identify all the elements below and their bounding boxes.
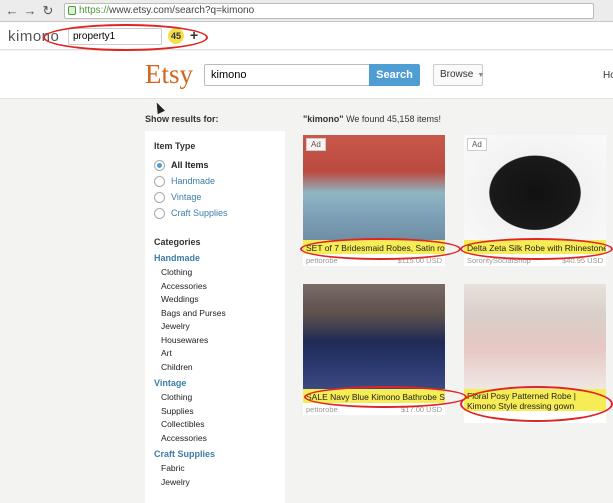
results-count: We found 45,158 items! <box>346 114 441 124</box>
category-item[interactable]: Accessories <box>154 433 276 447</box>
listing-image[interactable]: Ad <box>303 135 445 240</box>
category-item[interactable]: Jewelry <box>154 321 276 335</box>
item-type-label: Vintage <box>171 192 202 202</box>
item-type-option[interactable]: Handmade <box>154 173 276 189</box>
listing-title[interactable]: Floral Posy Patterned Robe | Kimono Styl… <box>464 389 606 411</box>
listing-card[interactable]: SALE Navy Blue Kimono Bathrobe Satin Rob… <box>303 284 445 415</box>
extension-bar: kimono 45 + <box>0 22 613 50</box>
category-item[interactable]: Children <box>154 362 276 376</box>
address-bar[interactable]: https://www.etsy.com/search?q=kimono <box>64 3 594 19</box>
shop-name[interactable]: pettorobe <box>306 405 338 414</box>
listing-image[interactable]: Ad <box>464 135 606 240</box>
lock-icon <box>68 6 76 15</box>
category-item[interactable]: Art <box>154 348 276 362</box>
listing-meta: pettorobe $115.00 USD <box>303 254 445 266</box>
listing-price: $17.00 USD <box>401 405 442 414</box>
categories-title: Categories <box>154 237 201 247</box>
listing-card[interactable]: Ad SET of 7 Bridesmaid Robes, Satin robes… <box>303 135 445 266</box>
category-item[interactable]: Accessories <box>154 281 276 295</box>
mouse-cursor-icon <box>153 100 165 115</box>
item-type-label: All Items <box>171 160 209 170</box>
reload-icon[interactable]: ↻ <box>40 3 56 19</box>
filter-panel: Item Type All Items Handmade Vintage Craft … <box>145 131 285 503</box>
listing-image[interactable] <box>464 284 606 389</box>
browse-label: Browse <box>440 69 474 80</box>
forward-icon[interactable]: → <box>22 3 38 19</box>
category-item[interactable]: Jewelry <box>154 477 276 491</box>
chevron-down-icon: ▼ <box>477 72 485 79</box>
item-type-label: Craft Supplies <box>171 208 228 218</box>
listing-price: $40.95 USD <box>562 256 603 265</box>
listing-title[interactable]: Delta Zeta Silk Robe with Rhinestones - … <box>464 240 606 254</box>
listing-image[interactable] <box>303 284 445 389</box>
search-input[interactable] <box>204 64 370 86</box>
listing-price: $115.00 USD <box>397 256 442 265</box>
browse-dropdown[interactable]: Browse ▼ <box>433 64 485 86</box>
category-item[interactable]: Fabric <box>154 463 276 477</box>
extension-logo: kimono <box>8 28 60 45</box>
category-item[interactable]: Housewares <box>154 335 276 349</box>
category-item[interactable]: Supplies <box>154 406 276 420</box>
radio-button[interactable] <box>154 191 165 203</box>
back-icon[interactable]: ← <box>4 3 20 19</box>
category-item[interactable]: Collectibles <box>154 419 276 433</box>
listing-title[interactable]: SALE Navy Blue Kimono Bathrobe Satin Rob… <box>303 389 445 403</box>
item-type-title: Item Type <box>154 141 196 151</box>
radio-button[interactable] <box>154 175 165 187</box>
category-group-heading[interactable]: Handmade <box>154 253 276 267</box>
browser-toolbar: ← → ↻ https://www.etsy.com/search?q=kimo… <box>0 0 613 22</box>
url-scheme: https:// <box>79 5 110 16</box>
show-results-label: Show results for: <box>145 114 219 124</box>
url-text: www.etsy.com/search?q=kimono <box>109 5 255 16</box>
shop-name[interactable]: SororitySocialShop <box>467 256 531 265</box>
results-query: "kimono" <box>303 114 344 124</box>
radio-button[interactable] <box>154 207 165 219</box>
filter-sidebar: Show results for: Item Type All Items Han… <box>145 114 285 503</box>
item-type-option[interactable]: Craft Supplies <box>154 205 276 221</box>
listing-meta: pettorobe $17.00 USD <box>303 403 445 415</box>
search-results: "kimono" We found 45,158 items! Ad SET of… <box>303 114 613 423</box>
item-type-label: Handmade <box>171 176 216 186</box>
property-input[interactable] <box>68 28 162 45</box>
listing-card[interactable]: Ad Delta Zeta Silk Robe with Rhinestone s … <box>464 135 606 266</box>
ad-badge: Ad <box>467 138 487 151</box>
site-header: Etsy Search Browse▼ Ho <box>0 51 613 99</box>
search-button[interactable]: Search <box>369 64 420 86</box>
header-link-truncated[interactable]: Ho <box>603 70 613 81</box>
category-item[interactable]: Bags and Purses <box>154 308 276 322</box>
item-type-option[interactable]: Vintage <box>154 189 276 205</box>
add-property-button[interactable]: + <box>190 27 198 43</box>
item-type-option[interactable]: All Items <box>154 157 276 173</box>
count-badge: 45 <box>168 28 184 44</box>
results-heading: "kimono" We found 45,158 items! <box>303 114 613 124</box>
shop-name[interactable]: pettorobe <box>306 256 338 265</box>
category-item[interactable]: Clothing <box>154 392 276 406</box>
etsy-logo[interactable]: Etsy <box>145 59 193 90</box>
category-group-heading[interactable]: Craft Supplies <box>154 449 276 463</box>
category-group-heading[interactable]: Vintage <box>154 378 276 392</box>
listing-meta: SororitySocialShop $40.95 USD <box>464 254 606 266</box>
ad-badge: Ad <box>306 138 326 151</box>
radio-button[interactable] <box>154 159 165 171</box>
listing-meta <box>464 411 606 423</box>
category-item[interactable]: Clothing <box>154 267 276 281</box>
category-item[interactable]: Weddings <box>154 294 276 308</box>
listing-title[interactable]: SET of 7 Bridesmaid Robes, Satin robes, … <box>303 240 445 254</box>
listing-card[interactable]: Floral Posy Patterned Robe | Kimono Styl… <box>464 284 606 423</box>
